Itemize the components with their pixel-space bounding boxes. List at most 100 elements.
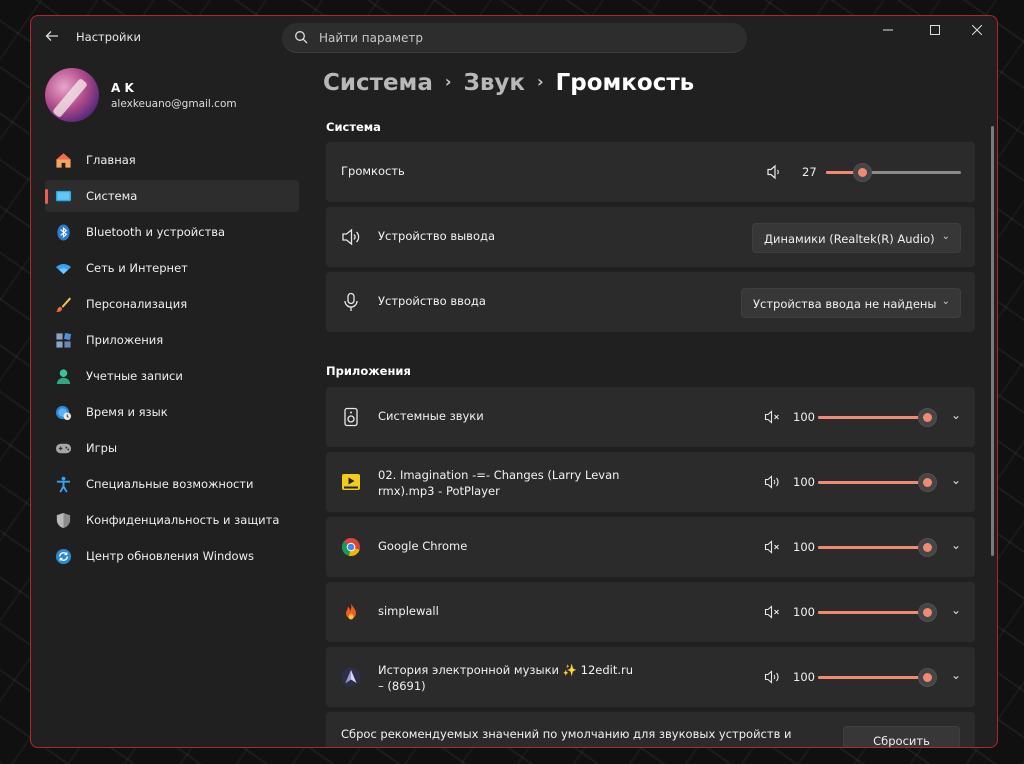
sidebar-item-bluetooth[interactable]: Bluetooth и устройства [45, 216, 299, 248]
app-name: История электронной музыки ✨ 12edit.ru –… [378, 663, 634, 693]
volume-label: Громкость [341, 164, 405, 178]
app-volume-value: 100 [793, 475, 815, 489]
chevron-down-icon[interactable]: ⌄ [951, 603, 961, 617]
app-volume-thumb[interactable] [918, 473, 937, 492]
maximize-button[interactable] [914, 16, 956, 46]
sidebar-item-label: Игры [86, 441, 118, 455]
close-icon [971, 24, 983, 36]
close-button[interactable] [956, 16, 997, 46]
app-volume-slider[interactable] [818, 538, 937, 557]
master-volume-slider[interactable] [826, 163, 961, 182]
sidebar-item-home[interactable]: Главная [45, 144, 299, 176]
sidebar-item-accessibility[interactable]: Специальные возможности [45, 468, 299, 500]
maximize-icon [930, 25, 940, 35]
sidebar-item-windows-update[interactable]: Центр обновления Windows [45, 540, 299, 572]
wifi-icon [55, 264, 72, 275]
search-input[interactable]: Найти параметр [282, 23, 747, 53]
master-volume-thumb[interactable] [853, 163, 873, 182]
app-volume-row: Системные звуки 100 ⌄ [326, 387, 975, 447]
chevron-down-icon[interactable]: ⌄ [951, 408, 961, 422]
sidebar-item-privacy[interactable]: Конфиденциальность и защита [45, 504, 299, 536]
sidebar-item-accounts[interactable]: Учетные записи [45, 360, 299, 392]
chevron-down-icon[interactable]: ⌄ [951, 473, 961, 487]
chevron-down-icon: ⌄ [941, 231, 950, 242]
minimize-button[interactable] [867, 16, 909, 46]
speaker-device-icon [344, 407, 358, 427]
speaker-icon[interactable] [764, 669, 781, 685]
muted-speaker-icon[interactable] [764, 604, 781, 620]
scrollbar[interactable] [991, 126, 994, 556]
sidebar-item-apps[interactable]: Приложения [45, 324, 299, 356]
sidebar-item-label: Сеть и Интернет [86, 261, 188, 275]
sidebar-item-label: Главная [86, 153, 136, 167]
chevron-down-icon[interactable]: ⌄ [951, 668, 961, 682]
speaker-icon[interactable] [766, 164, 783, 180]
chevron-down-icon: ⌄ [941, 296, 950, 307]
chevron-down-icon[interactable]: ⌄ [951, 538, 961, 552]
microphone-icon [344, 292, 358, 311]
app-volume-slider[interactable] [818, 668, 937, 687]
sidebar-item-network[interactable]: Сеть и Интернет [45, 252, 299, 284]
input-device-label: Устройство ввода [378, 294, 486, 308]
sidebar-item-gaming[interactable]: Игры [45, 432, 299, 464]
app-volume-thumb[interactable] [918, 408, 937, 427]
potplayer-icon [342, 474, 360, 490]
app-volume-row: История электронной музыки ✨ 12edit.ru –… [326, 647, 975, 707]
home-icon [56, 153, 71, 168]
search-placeholder: Найти параметр [319, 31, 423, 45]
breadcrumb: Система › Звук › Громкость [323, 70, 694, 96]
output-device-selected: Динамики (Realtek(R) Audio) [764, 232, 935, 246]
user-name: A K [111, 81, 134, 95]
breadcrumb-system[interactable]: Система [323, 70, 433, 96]
output-device-dropdown[interactable]: Динамики (Realtek(R) Audio) ⌄ [752, 223, 961, 253]
gamepad-icon [55, 443, 72, 454]
chrome-icon [342, 538, 360, 557]
sidebar-item-label: Персонализация [86, 297, 188, 311]
sidebar-nav: Главная Система Bluetooth и устройства С… [45, 144, 299, 576]
app-name: Google Chrome [378, 539, 468, 553]
sidebar-item-label: Центр обновления Windows [86, 549, 254, 563]
breadcrumb-sound[interactable]: Звук [463, 70, 525, 96]
system-icon [55, 190, 72, 202]
app-volume-thumb[interactable] [918, 668, 937, 687]
app-volume-value: 100 [793, 540, 815, 554]
sidebar-item-label: Время и язык [86, 405, 168, 419]
sidebar-item-time-language[interactable]: Время и язык [45, 396, 299, 428]
globe-clock-icon [55, 405, 72, 421]
output-device-label: Устройство вывода [378, 229, 495, 243]
speaker-icon [342, 228, 360, 246]
app-volume-row: 02. Imagination -=- Changes (Larry Levan… [326, 452, 975, 512]
app-volume-row: simplewall 100 ⌄ [326, 582, 975, 642]
app-volume-slider[interactable] [818, 408, 937, 427]
breadcrumb-separator-icon: › [536, 72, 544, 91]
muted-speaker-icon[interactable] [764, 539, 781, 555]
app-volume-thumb[interactable] [918, 603, 937, 622]
avatar [45, 68, 99, 122]
app-volume-slider[interactable] [818, 473, 937, 492]
accessibility-icon [56, 476, 71, 493]
muted-speaker-icon[interactable] [764, 409, 781, 425]
breadcrumb-separator-icon: › [444, 72, 452, 91]
brush-icon [55, 297, 72, 312]
reset-button[interactable]: Сбросить [843, 726, 960, 747]
input-device-dropdown[interactable]: Устройства ввода не найдены ⌄ [741, 288, 961, 318]
sidebar-item-label: Bluetooth и устройства [86, 225, 226, 239]
app-volume-slider[interactable] [818, 603, 937, 622]
volume-value: 27 [802, 165, 817, 179]
app-volume-value: 100 [793, 410, 815, 424]
back-button[interactable] [41, 27, 63, 49]
sidebar-item-label: Приложения [86, 333, 164, 347]
section-title-apps: Приложения [326, 364, 411, 378]
sidebar-item-system[interactable]: Система [45, 180, 299, 212]
sidebar-item-label: Система [86, 189, 138, 203]
app-volume-row: Google Chrome 100 ⌄ [326, 517, 975, 577]
app-logo-icon [341, 667, 361, 687]
apps-icon [56, 332, 72, 348]
settings-window: Настройки Найти параметр A K alexkeuano@… [30, 15, 998, 748]
app-volume-thumb[interactable] [918, 538, 937, 557]
sidebar-item-personalization[interactable]: Персонализация [45, 288, 299, 320]
app-name: 02. Imagination -=- Changes (Larry Levan… [378, 468, 620, 498]
app-volume-value: 100 [793, 670, 815, 684]
speaker-icon[interactable] [764, 474, 781, 490]
app-name: simplewall [378, 604, 439, 618]
